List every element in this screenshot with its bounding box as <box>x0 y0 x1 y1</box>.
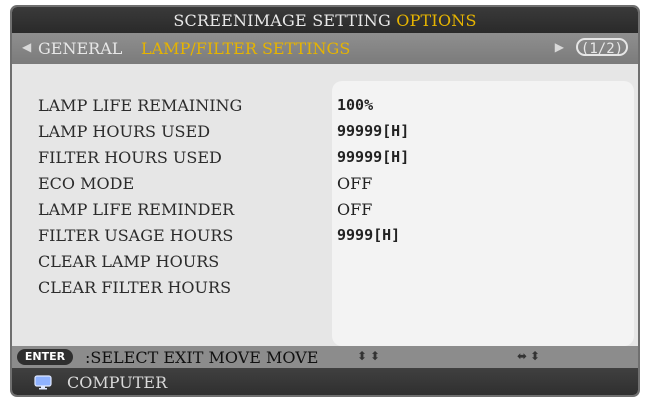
setting-value[interactable]: OFF <box>337 174 372 193</box>
setting-label: FILTER HOURS USED <box>38 148 222 167</box>
setting-row-clear-filter-hours[interactable]: CLEAR FILTER HOURS <box>12 278 638 304</box>
setting-row-filter-usage-hours[interactable]: FILTER USAGE HOURS 9999[H] <box>12 226 638 252</box>
setting-value: 99999[H] <box>337 148 410 166</box>
tab-lamp-filter-settings[interactable]: LAMP/FILTER SETTINGS <box>141 39 350 58</box>
tab-general[interactable]: GENERAL <box>38 39 122 58</box>
up-down-arrows-icon: ⬍ ⬍ <box>357 349 381 363</box>
setting-row-clear-lamp-hours[interactable]: CLEAR LAMP HOURS <box>12 252 638 278</box>
setting-value[interactable]: 9999[H] <box>337 226 400 244</box>
setting-row-filter-hours-used[interactable]: FILTER HOURS USED 99999[H] <box>12 148 638 174</box>
menu-title: SCREENIMAGE SETTING OPTIONS <box>12 11 638 30</box>
setting-row-eco-mode[interactable]: ECO MODE OFF <box>12 174 638 200</box>
tab-bar: ◀ GENERAL LAMP/FILTER SETTINGS ▶ (1/2) <box>12 33 638 64</box>
setting-value[interactable]: OFF <box>337 200 372 219</box>
setting-row-lamp-life-remaining[interactable]: LAMP LIFE REMAINING 100% <box>12 96 638 122</box>
input-source-label: COMPUTER <box>67 373 168 392</box>
help-text: :SELECT EXIT MOVE MOVE <box>85 348 319 367</box>
osd-menu: SCREENIMAGE SETTING OPTIONS ◀ GENERAL LA… <box>10 5 640 397</box>
setting-label: CLEAR FILTER HOURS <box>38 278 232 297</box>
setting-label: LAMP LIFE REMAINING <box>38 96 243 115</box>
left-arrow-icon[interactable]: ◀ <box>22 40 31 55</box>
right-arrow-icon[interactable]: ▶ <box>555 40 564 55</box>
setting-label: FILTER USAGE HOURS <box>38 226 234 245</box>
setting-value: 99999[H] <box>337 122 410 140</box>
setting-label: CLEAR LAMP HOURS <box>38 252 220 271</box>
help-bar: ENTER :SELECT EXIT MOVE MOVE ⬍ ⬍ ⬌ ⬍ <box>12 346 638 368</box>
menu-title-bar: SCREENIMAGE SETTING OPTIONS <box>12 7 638 33</box>
settings-area: LAMP LIFE REMAINING 100% LAMP HOURS USED… <box>12 64 638 346</box>
setting-label: LAMP LIFE REMINDER <box>38 200 235 219</box>
setting-row-lamp-hours-used[interactable]: LAMP HOURS USED 99999[H] <box>12 122 638 148</box>
source-bar: COMPUTER <box>12 368 638 395</box>
monitor-icon <box>34 375 52 390</box>
enter-key-badge: ENTER <box>17 349 73 365</box>
title-prefix: SCREENIMAGE SETTING <box>173 11 397 30</box>
setting-label: LAMP HOURS USED <box>38 122 211 141</box>
page-indicator: (1/2) <box>576 38 628 57</box>
setting-row-lamp-life-reminder[interactable]: LAMP LIFE REMINDER OFF <box>12 200 638 226</box>
left-right-arrows-icon: ⬌ ⬍ <box>517 349 541 363</box>
title-highlight: OPTIONS <box>396 11 477 30</box>
setting-value: 100% <box>337 96 374 114</box>
setting-label: ECO MODE <box>38 174 135 193</box>
